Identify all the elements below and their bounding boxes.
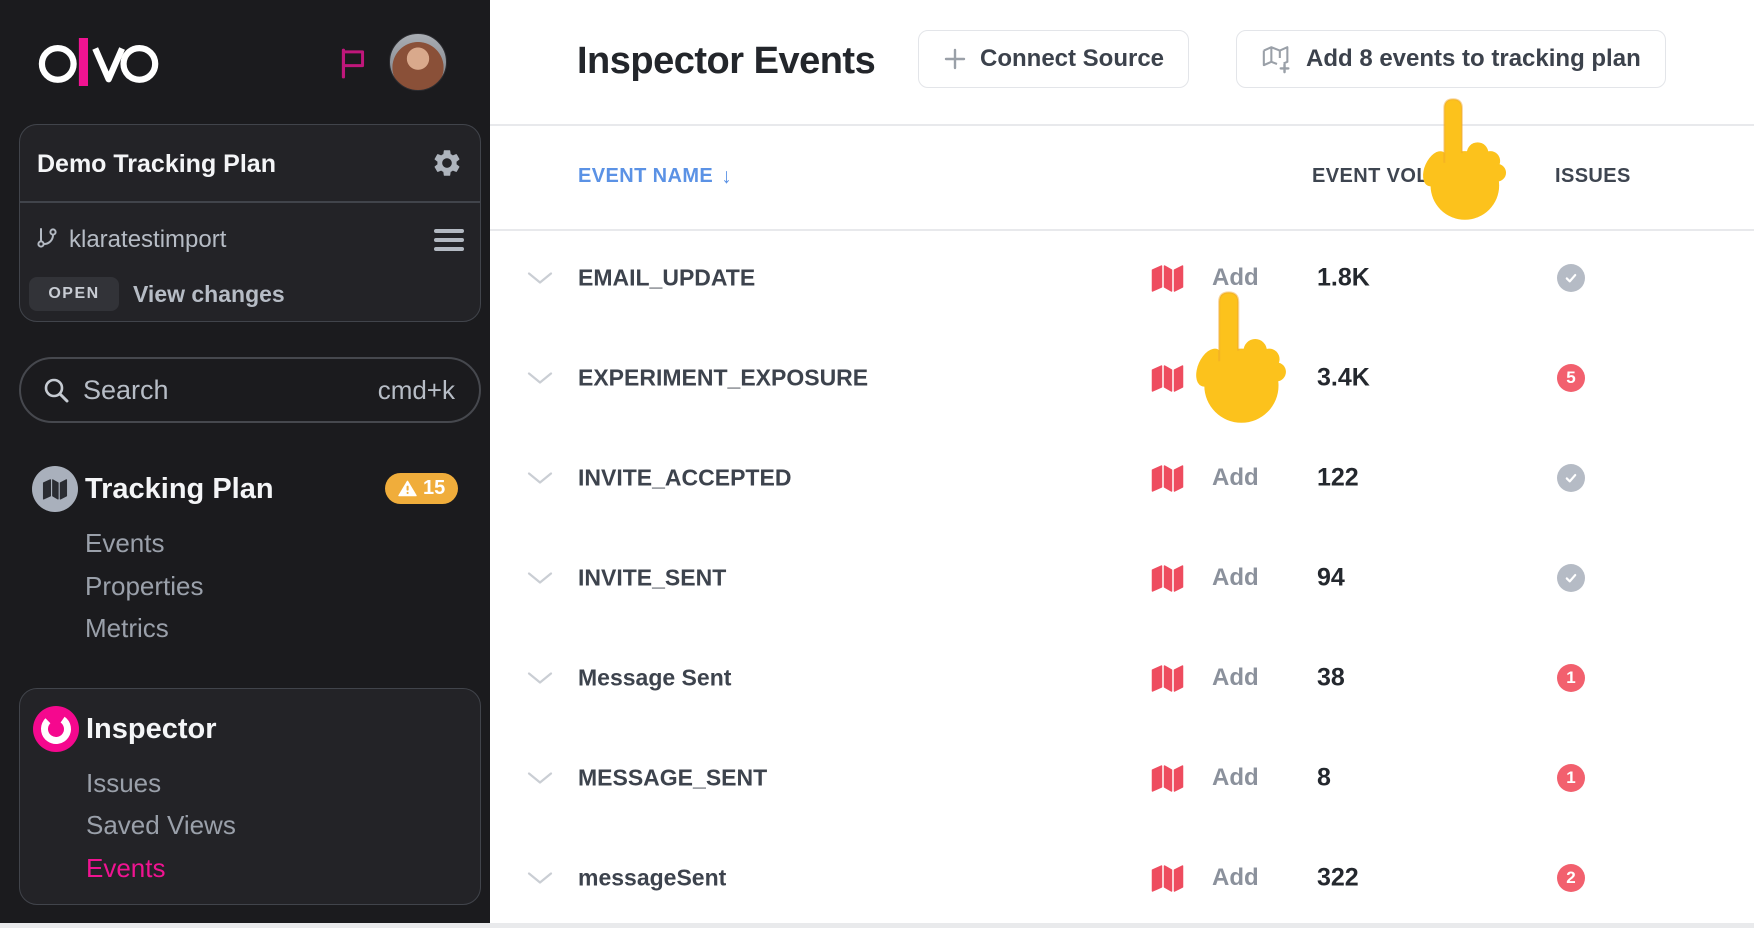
chevron-down-icon[interactable] <box>527 571 553 586</box>
sort-descending-icon: ↓ <box>721 165 732 189</box>
table-row: EXPERIMENT_EXPOSURE Add 3.4K 5 <box>490 328 1754 428</box>
chevron-down-icon[interactable] <box>527 471 553 486</box>
table-row: MESSAGE_SENT Add 8 1 <box>490 728 1754 828</box>
event-volume: 94 <box>1317 564 1345 593</box>
view-changes-link[interactable]: View changes <box>133 281 285 308</box>
flag-icon[interactable] <box>336 46 370 80</box>
sidebar-item-ins-saved-views[interactable]: Saved Views <box>86 810 236 841</box>
add-event-link[interactable]: Add <box>1212 464 1259 492</box>
add-events-to-plan-button[interactable]: Add 8 events to tracking plan <box>1236 30 1666 88</box>
table-row: Message Sent Add 38 1 <box>490 628 1754 728</box>
map-icon <box>1150 863 1185 893</box>
map-icon <box>1150 563 1185 593</box>
add-event-link[interactable]: Add <box>1212 864 1259 892</box>
event-name[interactable]: INVITE_ACCEPTED <box>578 465 791 492</box>
chevron-down-icon[interactable] <box>527 771 553 786</box>
table-row: INVITE_SENT Add 94 <box>490 528 1754 628</box>
menu-icon[interactable] <box>434 229 464 256</box>
event-volume: 3.4K <box>1317 364 1370 393</box>
user-avatar[interactable] <box>389 33 447 91</box>
map-icon <box>1150 663 1185 693</box>
gear-icon[interactable] <box>431 147 463 179</box>
issues-ok-badge[interactable] <box>1557 464 1585 492</box>
chevron-down-icon[interactable] <box>527 871 553 886</box>
sidebar-item-ins-events[interactable]: Events <box>86 853 166 884</box>
event-name[interactable]: EXPERIMENT_EXPOSURE <box>578 365 868 392</box>
add-event-link[interactable]: Add <box>1212 364 1259 392</box>
chevron-down-icon[interactable] <box>527 271 553 286</box>
connect-source-button[interactable]: Connect Source <box>918 30 1189 88</box>
add-event-link[interactable]: Add <box>1212 664 1259 692</box>
tracking-plan-warning-badge[interactable]: 15 <box>385 473 458 504</box>
map-icon <box>1150 763 1185 793</box>
map-add-icon <box>1261 43 1293 75</box>
sidebar-item-tp-properties[interactable]: Properties <box>85 571 204 602</box>
plus-icon <box>943 47 967 71</box>
add-event-link[interactable]: Add <box>1212 764 1259 792</box>
add-events-to-plan-label: Add 8 events to tracking plan <box>1306 45 1641 73</box>
inspector-card: Inspector Issues Saved Views Events <box>19 688 481 905</box>
issues-count-badge[interactable]: 2 <box>1557 864 1585 892</box>
issues-count-badge[interactable]: 5 <box>1557 364 1585 392</box>
event-name[interactable]: MESSAGE_SENT <box>578 765 767 792</box>
main-content: Inspector Events Connect Source Add 8 ev… <box>490 0 1754 928</box>
bottom-edge-strip <box>0 923 1754 928</box>
connect-source-label: Connect Source <box>980 45 1164 73</box>
search-placeholder: Search <box>83 375 169 406</box>
issues-count-badge[interactable]: 1 <box>1557 764 1585 792</box>
card-divider <box>20 201 480 203</box>
event-volume: 122 <box>1317 464 1359 493</box>
warning-count: 15 <box>423 477 445 500</box>
branch-icon <box>35 226 59 250</box>
add-event-link[interactable]: Add <box>1212 564 1259 592</box>
sidebar-item-inspector[interactable]: Inspector <box>86 713 217 746</box>
event-name[interactable]: messageSent <box>578 865 726 892</box>
page-title: Inspector Events <box>577 40 875 83</box>
workspace-card: Demo Tracking Plan klaratestimport OPEN … <box>19 124 481 322</box>
header-divider <box>490 124 1754 126</box>
event-volume: 1.8K <box>1317 264 1370 293</box>
sidebar-item-ins-issues[interactable]: Issues <box>86 768 161 799</box>
table-row: messageSent Add 322 2 <box>490 828 1754 928</box>
table-row: INVITE_ACCEPTED Add 122 <box>490 428 1754 528</box>
branch-name[interactable]: klaratestimport <box>69 226 226 254</box>
issues-ok-badge[interactable] <box>1557 564 1585 592</box>
sidebar: Demo Tracking Plan klaratestimport OPEN … <box>0 0 490 928</box>
map-icon <box>1150 263 1185 293</box>
column-header-issues[interactable]: ISSUES <box>1555 165 1631 188</box>
workspace-name[interactable]: Demo Tracking Plan <box>37 150 276 179</box>
chevron-down-icon[interactable] <box>527 371 553 386</box>
issues-ok-badge[interactable] <box>1557 264 1585 292</box>
sidebar-item-tp-metrics[interactable]: Metrics <box>85 613 169 644</box>
event-volume: 38 <box>1317 664 1345 693</box>
column-header-event-volume[interactable]: EVENT VOLUME <box>1312 165 1475 188</box>
tracking-plan-icon <box>32 466 78 512</box>
avo-app: Demo Tracking Plan klaratestimport OPEN … <box>0 0 1754 928</box>
search-input[interactable]: Search cmd+k <box>19 357 481 423</box>
map-icon <box>1150 363 1185 393</box>
event-name[interactable]: EMAIL_UPDATE <box>578 265 755 292</box>
avo-logo <box>36 38 164 86</box>
event-volume: 322 <box>1317 864 1359 893</box>
event-name[interactable]: INVITE_SENT <box>578 565 726 592</box>
branch-status-badge: OPEN <box>29 277 119 311</box>
chevron-down-icon[interactable] <box>527 671 553 686</box>
inspector-icon <box>33 706 79 752</box>
sidebar-item-tp-events[interactable]: Events <box>85 528 165 559</box>
search-icon <box>41 375 71 405</box>
add-event-link[interactable]: Add <box>1212 264 1259 292</box>
table-row: EMAIL_UPDATE Add 1.8K <box>490 228 1754 328</box>
event-name[interactable]: Message Sent <box>578 665 731 692</box>
warning-triangle-icon <box>398 480 417 497</box>
map-icon <box>1150 463 1185 493</box>
search-shortcut: cmd+k <box>378 375 455 406</box>
issues-count-badge[interactable]: 1 <box>1557 664 1585 692</box>
column-header-event-name[interactable]: EVENT NAME ↓ <box>578 165 732 189</box>
event-volume: 8 <box>1317 764 1331 793</box>
sidebar-item-tracking-plan[interactable]: Tracking Plan <box>85 473 274 506</box>
